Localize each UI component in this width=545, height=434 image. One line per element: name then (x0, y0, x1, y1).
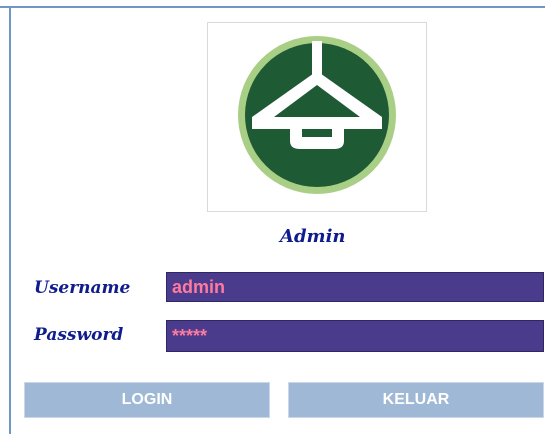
lamp-emblem-icon (238, 36, 396, 194)
top-border (0, 6, 545, 8)
username-label: Username (34, 278, 131, 298)
logo (207, 22, 427, 212)
left-border (9, 8, 11, 434)
password-field[interactable] (166, 320, 544, 352)
page-title: Admin (280, 226, 346, 247)
username-field[interactable] (166, 272, 544, 302)
exit-button[interactable]: KELUAR (287, 381, 545, 419)
login-button[interactable]: LOGIN (23, 381, 271, 419)
password-label: Password (34, 325, 124, 345)
